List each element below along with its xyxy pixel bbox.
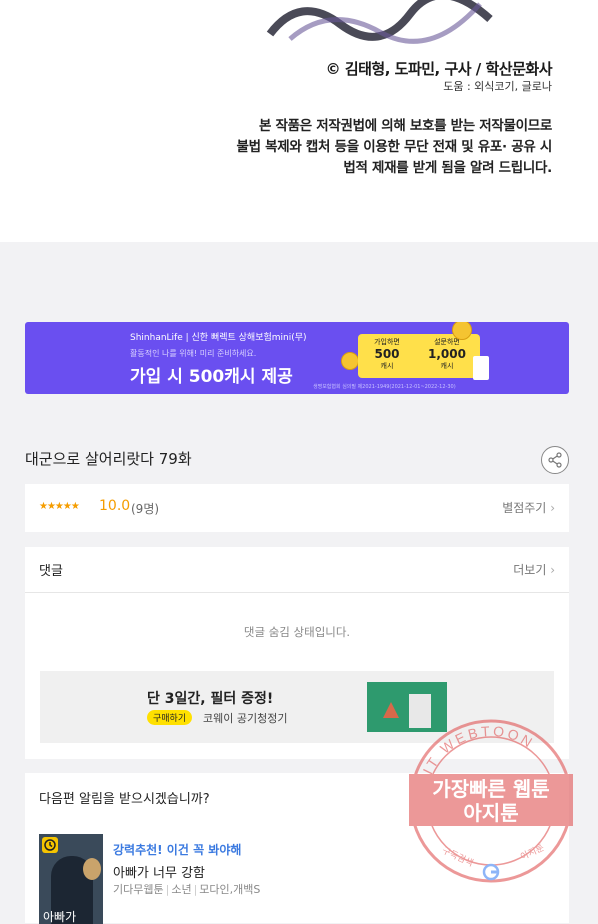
- rating-card: ★★★★★ 10.0 (9명) 별점주기 ›: [25, 484, 569, 532]
- notice-line: 본 작품은 저작권법에 의해 보호를 받는 저작물이므로: [258, 118, 552, 134]
- banner-subtitle: 활동적인 나를 위해! 미리 준비하세요.: [130, 349, 257, 358]
- banner-fine-print: 생명보험협회 심의필 제2021-1949(2021-12-01~2022-12…: [313, 384, 456, 390]
- coupon-right-unit: 캐시: [440, 362, 454, 370]
- comments-card: 댓글 더보기 › 댓글 숨김 상태입니다. 단 3일간, 필터 증정! 구매하기…: [25, 547, 569, 759]
- recommend-meta: 기다무웹툰 | 소년 | 모다인,개백S: [113, 883, 261, 896]
- ad-title: 단 3일간, 필터 증정!: [147, 691, 274, 707]
- episode-footer: © 김태형, 도파민, 구사 / 학산문화사 도움 : 외식코기, 글로나 본 …: [0, 0, 598, 242]
- comments-header: 댓글 더보기 ›: [25, 547, 569, 593]
- comments-empty-message: 댓글 숨김 상태입니다.: [243, 625, 351, 639]
- ad-banner[interactable]: ShinhanLife | 신한 뻐렉트 상해보험mini(무) 활동적인 나를…: [25, 322, 569, 394]
- coupon-right-value: 1,000: [428, 347, 466, 361]
- share-button[interactable]: [541, 446, 569, 474]
- coffee-cup-icon: [473, 356, 489, 380]
- notify-question: 다음편 알림을 받으시겠습니까?: [39, 792, 210, 807]
- chevron-right-icon: ›: [550, 563, 555, 577]
- episode-title: 대군으로 살어리랏다 79화: [25, 450, 192, 468]
- coupon-left-label: 가입하면: [374, 338, 400, 346]
- coupon-right: 설문하면 1,000 캐시: [422, 337, 472, 371]
- clock-icon: [42, 837, 58, 853]
- share-icon: [548, 452, 562, 468]
- notify-card: 다음편 알림을 받으시겠습니까? 아빠가 강력추천! 이건 꼭 봐야해 아빠가 …: [25, 773, 569, 924]
- comments-more-button[interactable]: 더보기 ›: [513, 561, 555, 578]
- banner-headline: 가입 시 500캐시 제공: [130, 367, 293, 387]
- coin-icon: [341, 352, 359, 370]
- meta-item: 모다인,개백S: [199, 883, 261, 896]
- rate-button[interactable]: 별점주기 ›: [502, 499, 555, 516]
- coway-ad[interactable]: 단 3일간, 필터 증정! 구매하기 코웨이 공기청정기: [40, 671, 554, 743]
- episode-title-row: 대군으로 살어리랏다 79화: [25, 446, 569, 474]
- coupon-left-value: 500: [374, 347, 400, 361]
- banner-coupon: 가입하면 500 캐시 설문하면 1,000 캐시: [358, 334, 480, 378]
- recommend-tag: 강력추천! 이건 꼭 봐야해: [113, 843, 242, 857]
- rating-score: 10.0: [99, 498, 131, 514]
- notice-line: 법적 제재를 받게 됨을 알려 드립니다.: [343, 160, 552, 176]
- copyright-notice: 본 작품은 저작권법에 의해 보호를 받는 저작물이므로 불법 복제와 캡처 등…: [236, 116, 553, 179]
- copyright-line: © 김태형, 도파민, 구사 / 학산문화사: [325, 60, 553, 78]
- coupon-left: 가입하면 500 캐시: [362, 337, 412, 371]
- rate-label: 별점주기: [502, 501, 547, 515]
- meta-item: 소년: [171, 883, 192, 896]
- episode-art-fragment: [266, 0, 493, 44]
- meta-item: 기다무웹툰: [113, 883, 164, 896]
- coupon-right-label: 설문하면: [434, 338, 460, 346]
- ad-subtitle: 코웨이 공기청정기: [203, 712, 288, 725]
- chevron-right-icon: ›: [550, 501, 555, 515]
- coupon-left-unit: 캐시: [380, 362, 394, 370]
- recommend-title[interactable]: 아빠가 너무 강함: [113, 862, 205, 881]
- ad-buy-badge: 구매하기: [147, 710, 193, 725]
- comments-title: 댓글: [39, 564, 63, 579]
- ad-product-image: [367, 682, 447, 732]
- assist-line: 도움 : 외식코기, 글로나: [443, 80, 552, 93]
- rating-count: (9명): [131, 502, 160, 516]
- thumbnail-title: 아빠가: [43, 910, 77, 924]
- banner-brand: ShinhanLife | 신한 뻐렉트 상해보험mini(무): [130, 333, 307, 343]
- rating-stars: ★★★★★: [39, 501, 80, 512]
- more-label: 더보기: [513, 563, 547, 577]
- notice-line: 불법 복제와 캡처 등을 이용한 무단 전재 및 유포· 공유 시: [236, 139, 553, 155]
- recommend-thumbnail[interactable]: 아빠가: [39, 834, 103, 924]
